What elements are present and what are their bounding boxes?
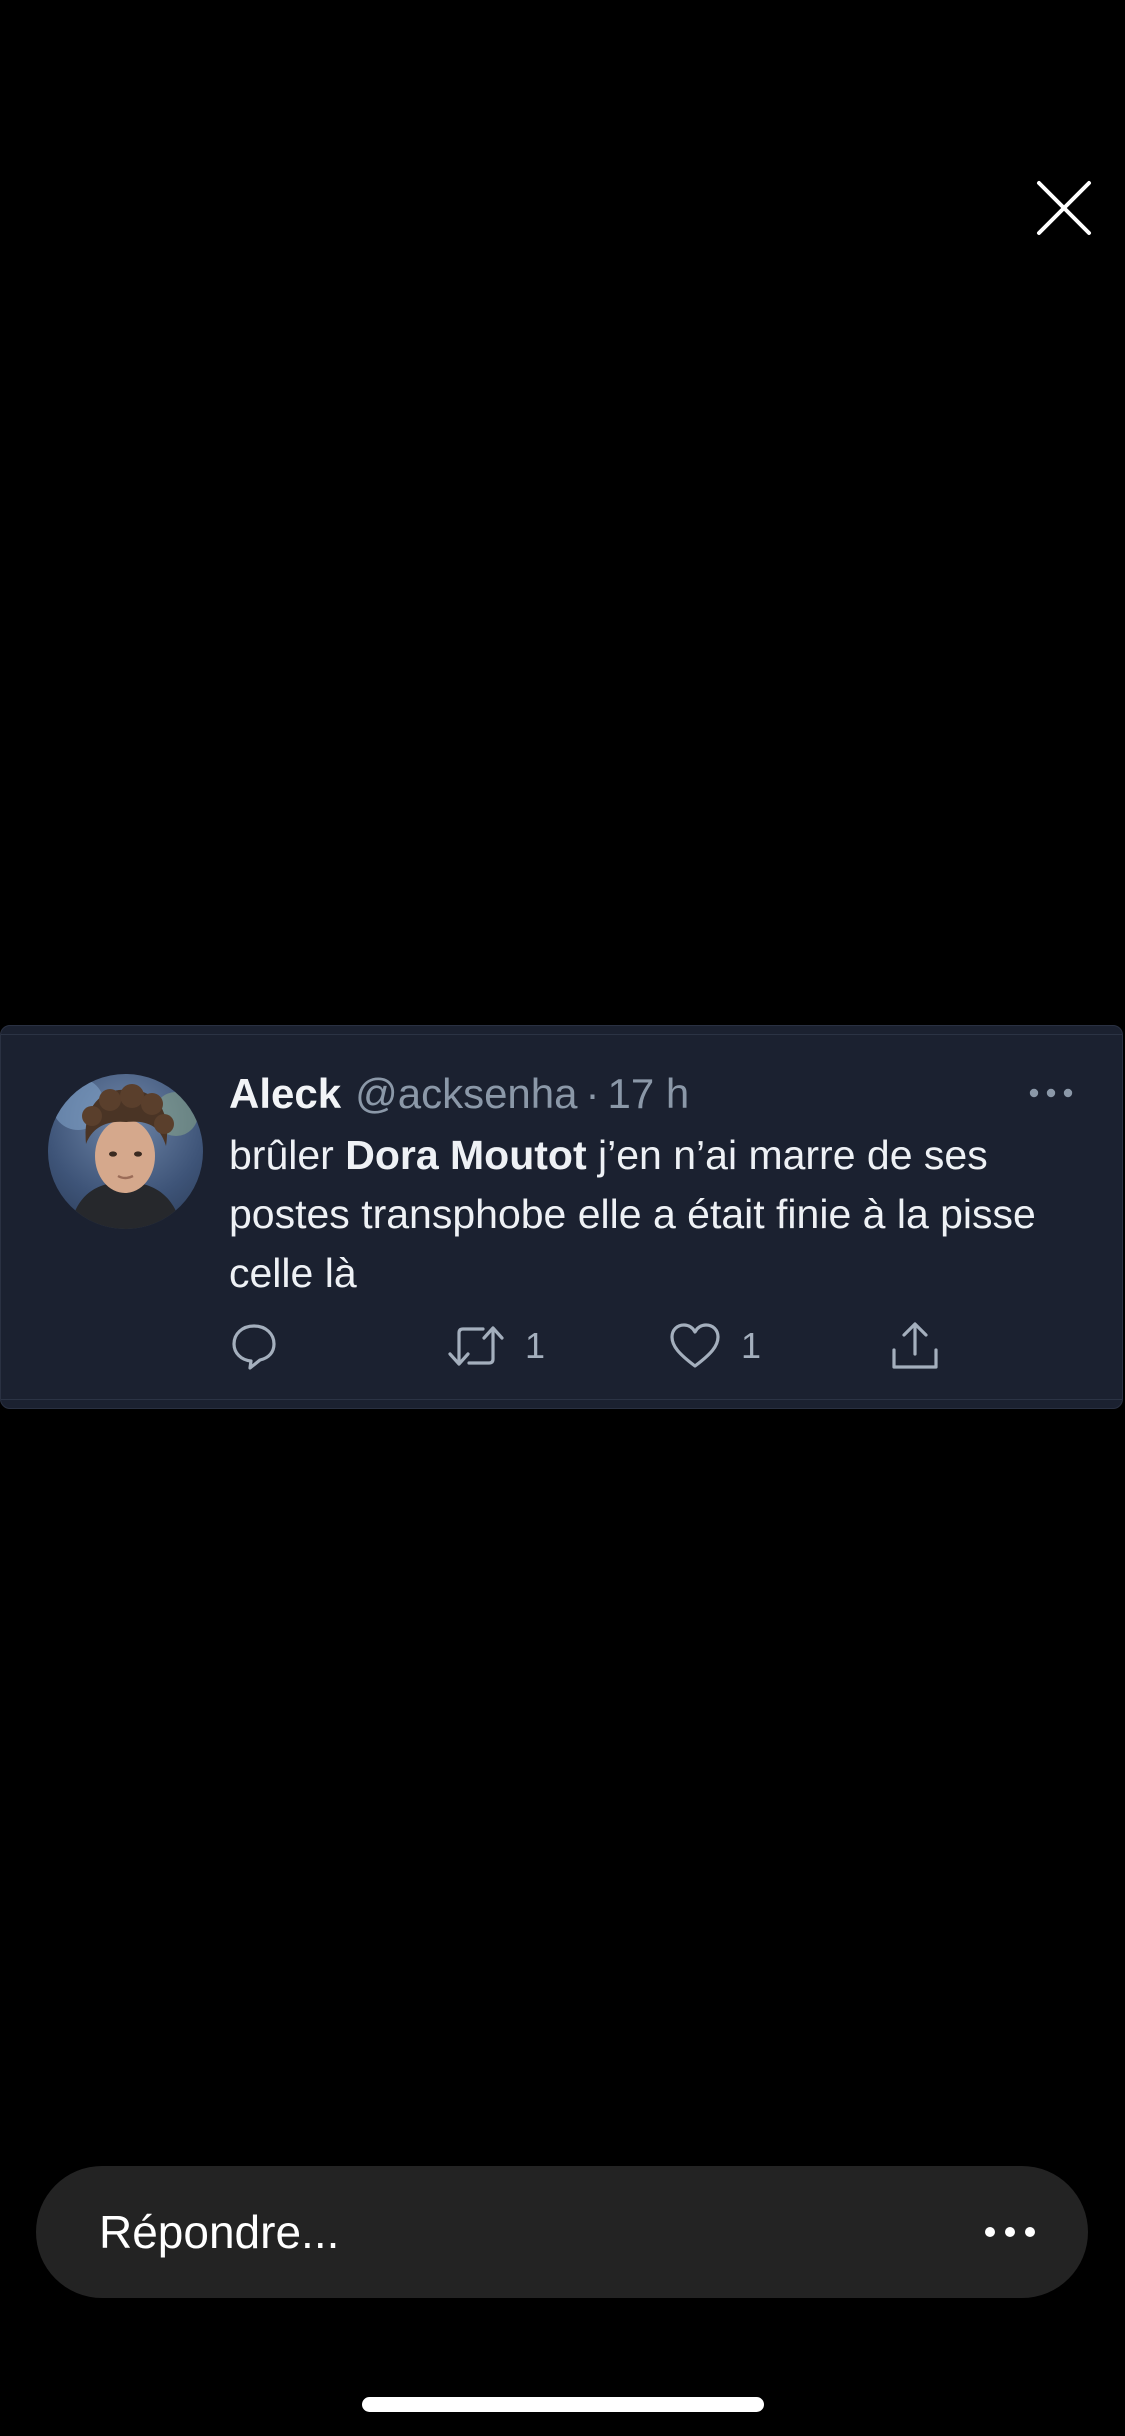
- reply-button[interactable]: [229, 1316, 279, 1376]
- retweet-button[interactable]: 1: [447, 1316, 545, 1376]
- retweet-count: 1: [525, 1325, 546, 1366]
- tweet-card[interactable]: Aleck @acksenha · 17 h brûler Dora Mouto…: [0, 1025, 1123, 1409]
- share-button[interactable]: [889, 1316, 941, 1376]
- author-handle[interactable]: @acksenha: [355, 1068, 577, 1120]
- tweet-more-button[interactable]: [1026, 1078, 1076, 1108]
- author-name[interactable]: Aleck: [229, 1068, 341, 1120]
- like-button[interactable]: 1: [669, 1316, 761, 1376]
- share-icon: [892, 1322, 938, 1369]
- tweet-text: brûler Dora Moutot j’en n’ai marre de se…: [229, 1126, 1099, 1303]
- tweet-text-start: brûler: [229, 1132, 346, 1178]
- like-count: 1: [741, 1325, 762, 1366]
- more-horizontal-icon: [1029, 1088, 1073, 1098]
- home-indicator: [362, 2397, 764, 2412]
- retweet-icon: [448, 1326, 504, 1366]
- header-separator: ·: [585, 1070, 600, 1117]
- avatar-image: [52, 1078, 198, 1229]
- avatar[interactable]: [48, 1074, 203, 1229]
- close-button[interactable]: [1036, 180, 1092, 236]
- reply-bar: [36, 2166, 1088, 2298]
- reply-icon: [232, 1324, 276, 1370]
- tweet-actions: 1 1: [229, 1316, 1029, 1376]
- mention-link[interactable]: Dora Moutot: [345, 1132, 586, 1178]
- post-time: 17 h: [607, 1070, 690, 1117]
- more-horizontal-icon: [985, 2227, 1035, 2237]
- tweet-header: Aleck @acksenha · 17 h: [229, 1068, 689, 1120]
- close-icon: [1037, 181, 1091, 235]
- reply-more-button[interactable]: [980, 2214, 1040, 2250]
- reply-input[interactable]: [99, 2166, 899, 2298]
- heart-icon: [670, 1323, 720, 1368]
